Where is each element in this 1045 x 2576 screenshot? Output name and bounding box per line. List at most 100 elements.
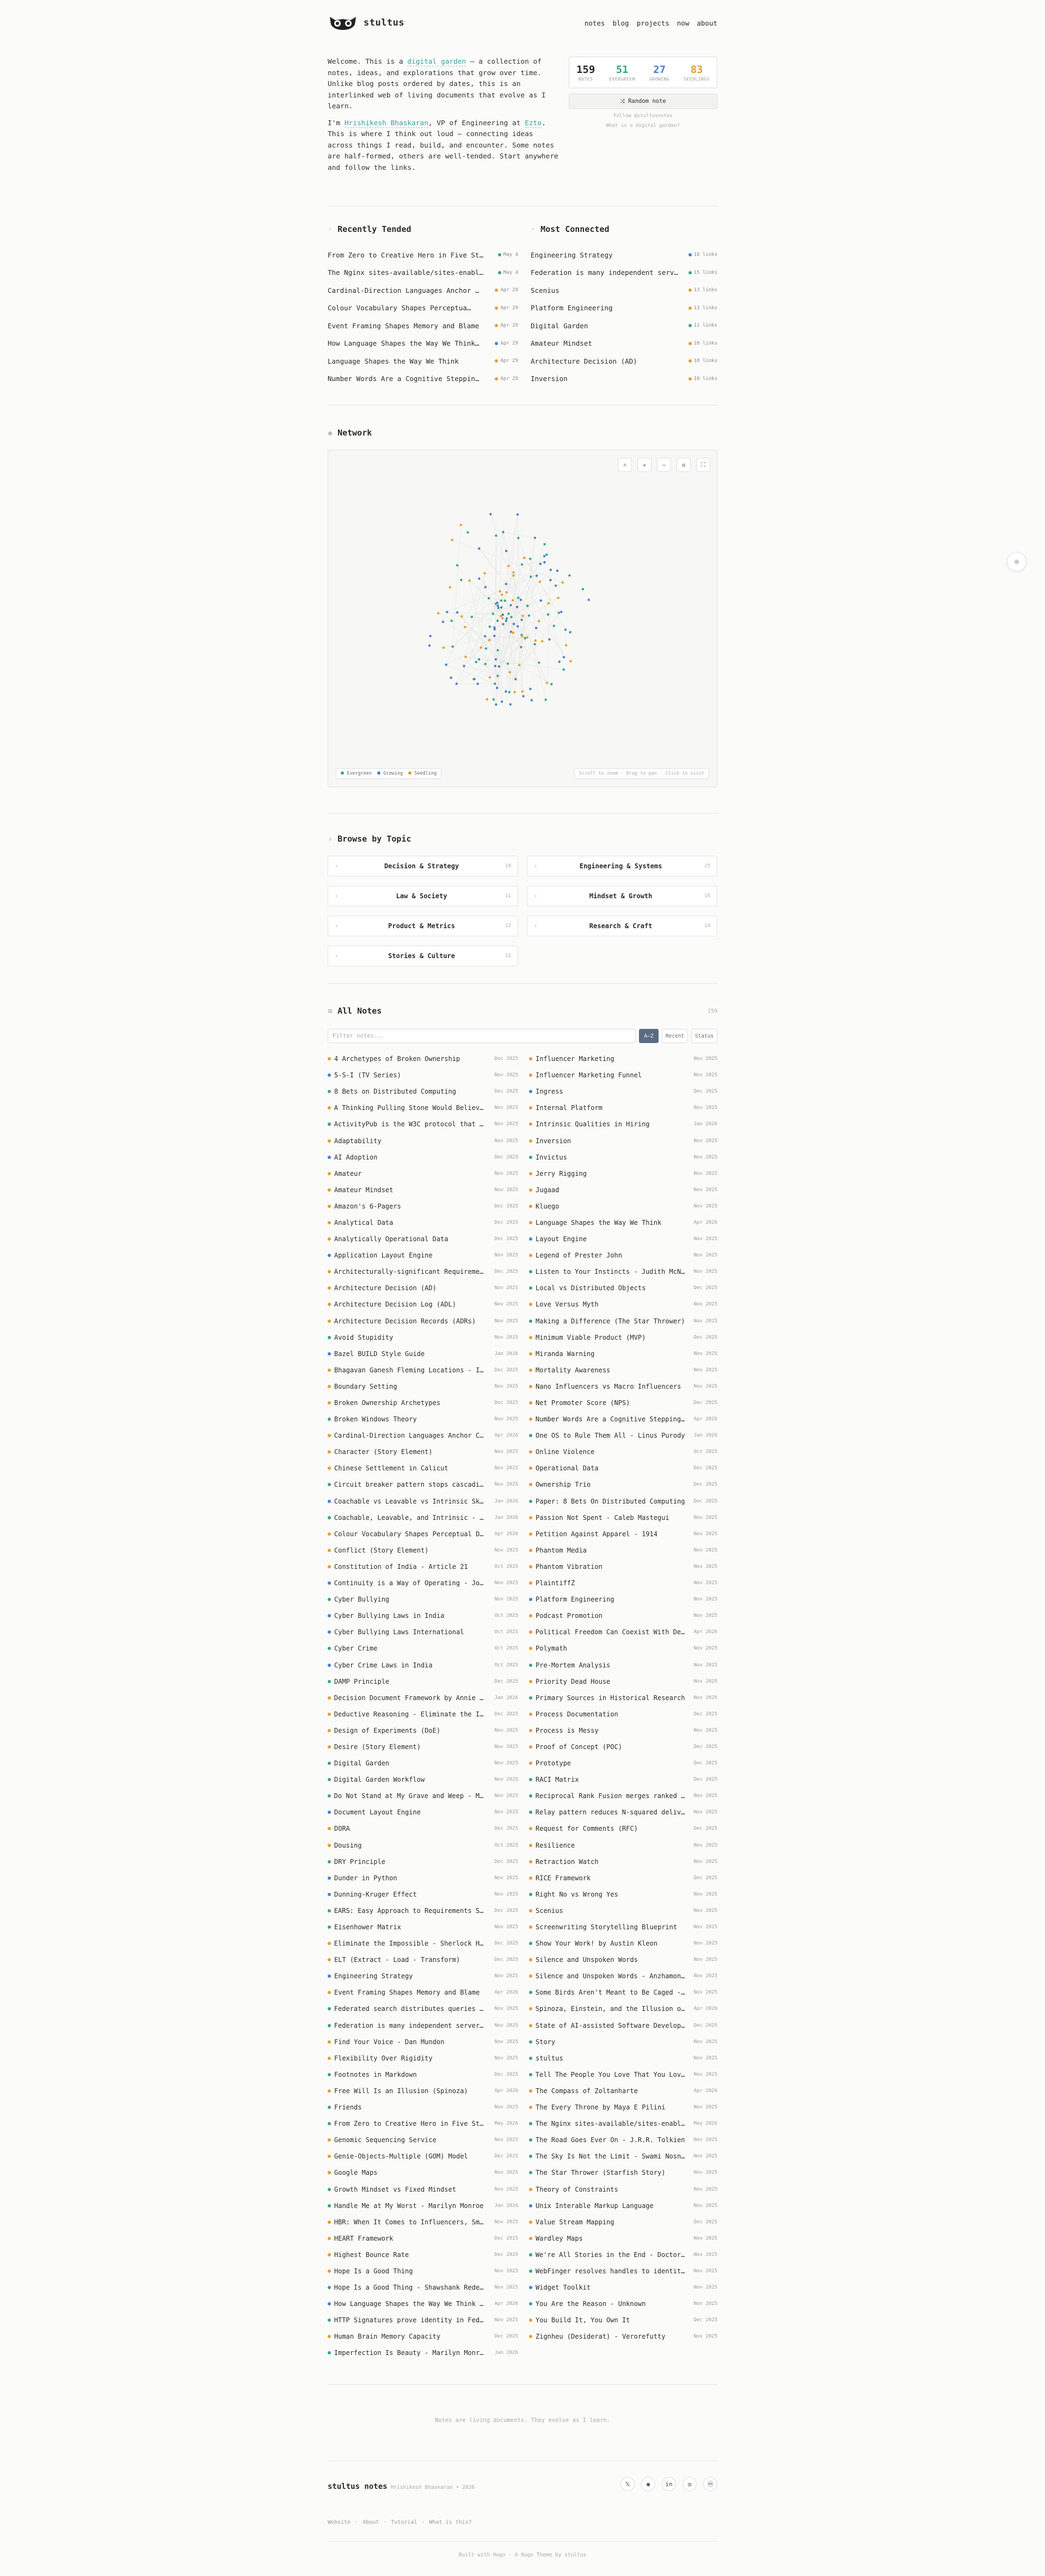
graph-node[interactable] bbox=[569, 631, 571, 634]
note-row[interactable]: ActivityPub is the W3C protocol that po…… bbox=[328, 1116, 518, 1132]
sort-status-button[interactable]: Status bbox=[691, 1029, 717, 1043]
instagram-icon[interactable]: ◎ bbox=[683, 2477, 697, 2491]
note-row[interactable]: Political Freedom Can Coexist With Dete…… bbox=[529, 1624, 717, 1640]
note-row[interactable]: Silence and Unspoken Words - Anzhamon S…… bbox=[529, 1968, 717, 1984]
graph-node[interactable] bbox=[512, 599, 514, 602]
note-row[interactable]: PlaintiffZ Nov 2025 bbox=[529, 1575, 717, 1591]
note-row[interactable]: The Compass of Zoltanharte Apr 2026 bbox=[529, 2083, 717, 2099]
graph-node[interactable] bbox=[543, 543, 546, 545]
graph-node[interactable] bbox=[520, 563, 524, 566]
graph-node[interactable] bbox=[539, 562, 542, 566]
note-row[interactable]: Kluego Nov 2025 bbox=[529, 1198, 717, 1215]
graph-node[interactable] bbox=[508, 691, 511, 694]
note-row[interactable]: Flexibility Over Rigidity Nov 2025 bbox=[328, 2050, 518, 2066]
linkedin-icon[interactable]: in bbox=[662, 2477, 676, 2491]
graph-node[interactable] bbox=[549, 579, 552, 581]
recent-item[interactable]: Number Words Are a Cognitive Steppin… Apr… bbox=[328, 370, 518, 388]
what-is-garden-link[interactable]: What is a digital garden? bbox=[569, 123, 717, 128]
zoom-in-icon[interactable]: + bbox=[637, 458, 651, 472]
note-row[interactable]: We're All Stories in the End - Doctor W…… bbox=[529, 2247, 717, 2263]
graph-node[interactable] bbox=[505, 690, 507, 693]
note-row[interactable]: Listen to Your Instincts - Judith McNau…… bbox=[529, 1264, 717, 1280]
note-row[interactable]: Federated search distributes queries ac…… bbox=[328, 2001, 518, 2017]
note-row[interactable]: Chinese Settlement in Calicut Nov 2025 bbox=[328, 1460, 518, 1476]
note-row[interactable]: Digital Garden Nov 2025 bbox=[328, 1755, 518, 1771]
note-row[interactable]: Ingress Dec 2025 bbox=[529, 1083, 717, 1100]
note-row[interactable]: Handle Me at My Worst - Marilyn Monroe Ja… bbox=[328, 2198, 518, 2214]
note-row[interactable]: Process Documentation Dec 2025 bbox=[529, 1706, 717, 1722]
graph-node[interactable] bbox=[456, 564, 459, 567]
company-link[interactable]: Ezto bbox=[525, 119, 542, 128]
note-row[interactable]: Cyber Bullying Nov 2025 bbox=[328, 1591, 518, 1608]
graph-node[interactable] bbox=[456, 611, 459, 614]
graph-node[interactable] bbox=[476, 682, 479, 685]
note-row[interactable]: Primary Sources in Historical Research No… bbox=[529, 1690, 717, 1706]
note-row[interactable]: Hope Is a Good Thing Nov 2025 bbox=[328, 2263, 518, 2279]
connected-item[interactable]: Digital Garden 11 links bbox=[531, 317, 717, 335]
graph-node[interactable] bbox=[538, 661, 540, 664]
graph-node[interactable] bbox=[548, 638, 551, 641]
graph-node[interactable] bbox=[497, 606, 500, 609]
note-row[interactable]: Dousing Oct 2025 bbox=[328, 1837, 518, 1854]
note-row[interactable]: Eliminate the Impossible - Sherlock Hol…… bbox=[328, 1935, 518, 1952]
graph-node[interactable] bbox=[470, 615, 474, 618]
graph-node[interactable] bbox=[535, 574, 538, 577]
note-row[interactable]: Podcast Promotion Nov 2025 bbox=[529, 1608, 717, 1624]
note-row[interactable]: DORA Dec 2025 bbox=[328, 1820, 518, 1837]
graph-node[interactable] bbox=[527, 614, 531, 617]
note-row[interactable]: Proof of Concept (POC) Dec 2025 bbox=[529, 1739, 717, 1755]
note-row[interactable]: Prototype Dec 2025 bbox=[529, 1755, 717, 1771]
note-row[interactable]: Coachable, Leavable, and Intrinsic - A… J… bbox=[328, 1510, 518, 1526]
graph-node[interactable] bbox=[537, 620, 540, 623]
graph-node[interactable] bbox=[561, 581, 564, 584]
note-row[interactable]: The Every Throne by Maya E Pilini Nov 202… bbox=[529, 2099, 717, 2115]
graph-node[interactable] bbox=[517, 537, 520, 539]
graph-node[interactable] bbox=[463, 665, 465, 667]
graph-node[interactable] bbox=[505, 582, 508, 586]
random-note-button[interactable]: ⤨ Random note bbox=[569, 94, 717, 109]
note-row[interactable]: Jugaad Nov 2025 bbox=[529, 1182, 717, 1198]
note-row[interactable]: Human Brain Memory Capacity Dec 2025 bbox=[328, 2328, 518, 2345]
graph-node[interactable] bbox=[562, 656, 565, 659]
note-row[interactable]: Find Your Voice - Dan Mundon Nov 2025 bbox=[328, 2034, 518, 2050]
graph-node[interactable] bbox=[519, 598, 522, 601]
graph-node[interactable] bbox=[533, 643, 536, 646]
graph-node[interactable] bbox=[468, 579, 471, 582]
note-row[interactable]: Minimum Viable Product (MVP) Dec 2025 bbox=[529, 1329, 717, 1346]
graph-node[interactable] bbox=[478, 547, 481, 550]
graph-node[interactable] bbox=[500, 599, 503, 602]
mastodon-icon[interactable]: ⓜ bbox=[703, 2477, 717, 2491]
note-row[interactable]: Architecturally-significant Requirement…… bbox=[328, 1264, 518, 1280]
graph-node[interactable] bbox=[429, 635, 432, 637]
note-row[interactable]: You Are the Reason - Unknown Nov 2025 bbox=[529, 2296, 717, 2312]
connected-item[interactable]: Amateur Mindset 10 links bbox=[531, 335, 717, 353]
note-row[interactable]: Retraction Watch Nov 2025 bbox=[529, 1854, 717, 1870]
github-icon[interactable]: ◉ bbox=[641, 2477, 655, 2491]
note-row[interactable]: Scenius Nov 2025 bbox=[529, 1903, 717, 1919]
graph-node[interactable] bbox=[562, 668, 565, 671]
graph-node[interactable] bbox=[543, 561, 546, 564]
footer-link-tutorial[interactable]: Tutorial bbox=[391, 2519, 417, 2525]
note-row[interactable]: RICE Framework Dec 2025 bbox=[529, 1870, 717, 1886]
note-row[interactable]: Online Violence Oct 2025 bbox=[529, 1444, 717, 1460]
note-row[interactable]: Do Not Stand at My Grave and Weep - Mary… bbox=[328, 1788, 518, 1804]
graph-node[interactable] bbox=[441, 621, 445, 623]
note-row[interactable]: Theory of Constraints Nov 2025 bbox=[529, 2181, 717, 2197]
graph-node[interactable] bbox=[581, 588, 585, 591]
follow-link[interactable]: Follow @stultusnotes bbox=[569, 113, 717, 119]
note-row[interactable]: Invictus Nov 2025 bbox=[529, 1149, 717, 1166]
note-row[interactable]: Value Stream Mapping Dec 2025 bbox=[529, 2214, 717, 2230]
note-row[interactable]: DAMP Principle Dec 2025 bbox=[328, 1673, 518, 1690]
nav-about[interactable]: about bbox=[697, 19, 717, 27]
graph-node[interactable] bbox=[464, 625, 466, 628]
note-row[interactable]: Language Shapes the Way We Think Apr 2026 bbox=[529, 1215, 717, 1231]
note-row[interactable]: Broken Windows Theory Nov 2025 bbox=[328, 1411, 518, 1427]
graph-node[interactable] bbox=[520, 618, 523, 621]
graph-node[interactable] bbox=[455, 682, 458, 685]
note-row[interactable]: Colour Vocabulary Shapes Perceptual D… Ap… bbox=[328, 1526, 518, 1542]
zoom-out-icon[interactable]: − bbox=[657, 458, 671, 472]
graph-node[interactable] bbox=[538, 580, 542, 583]
note-row[interactable]: Miranda Warning Nov 2025 bbox=[529, 1346, 717, 1362]
sort-recent-button[interactable]: Recent bbox=[662, 1029, 688, 1043]
graph-node[interactable] bbox=[487, 597, 490, 600]
